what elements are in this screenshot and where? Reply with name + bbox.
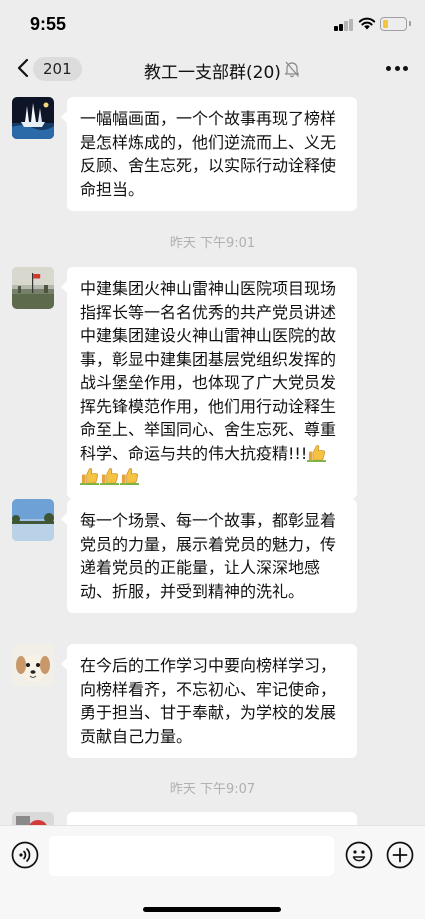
voice-icon[interactable] — [11, 841, 39, 869]
battery-icon — [380, 17, 407, 31]
status-bar: 9:55 — [0, 0, 425, 48]
emoji-icon[interactable] — [345, 841, 373, 869]
chat-title: 教工一支部群(20) — [144, 63, 281, 83]
thumbs-up-icon — [100, 468, 119, 485]
status-time: 9:55 — [30, 14, 67, 34]
thumbs-up-icon — [80, 468, 99, 485]
wifi-icon — [358, 17, 376, 30]
plus-icon[interactable] — [386, 841, 414, 869]
message-bubble[interactable]: 一幅幅画面，一个个故事再现了榜样是怎样炼成的，他们逆流而上、义无反顾、舍生忘死，… — [61, 97, 357, 211]
battery-cap — [409, 21, 411, 26]
message-bubble[interactable]: 中建集团火神山雷神山医院项目现场指挥长等一名名优秀的共产党员讲述中建集团建设火神… — [61, 267, 357, 499]
partial-avatar[interactable] — [12, 812, 54, 825]
more-icon[interactable] — [386, 66, 408, 72]
mute-bell-icon — [284, 61, 300, 78]
flag-photo-avatar[interactable] — [12, 267, 54, 309]
timestamp-separator: 昨天 下午9:07 — [169, 782, 256, 797]
timestamp-separator: 昨天 下午9:01 — [169, 236, 256, 251]
lake-photo-avatar[interactable] — [12, 499, 54, 541]
battery-level — [382, 19, 388, 28]
message-text: 中建集团火神山雷神山医院项目现场指挥长等一名名优秀的共产党员讲述中建集团建设火神… — [80, 279, 337, 463]
chat-message-list[interactable]: 一幅幅画面，一个个故事再现了榜样是怎样炼成的，他们逆流而上、义无反顾、舍生忘死，… — [0, 90, 425, 825]
message-bubble-partial[interactable] — [67, 812, 357, 825]
puppy-photo-avatar[interactable] — [12, 644, 54, 686]
message-bubble[interactable]: 在今后的工作学习中要向榜样学习，向榜样看齐，不忘初心、牢记使命，勇于担当、甘于奉… — [61, 644, 357, 758]
ship-photo-avatar[interactable] — [12, 97, 54, 139]
thumbs-up-icon — [307, 444, 327, 462]
nav-bar: 201 教工一支部群(20) — [0, 48, 425, 90]
message-bubble[interactable]: 每一个场景、每一个故事，都彰显着党员的力量，展示着党员的魅力，传递着党员的正能量… — [61, 499, 357, 613]
thumbs-up-icon — [120, 468, 139, 485]
message-input[interactable] — [49, 836, 334, 876]
home-indicator — [143, 907, 281, 912]
signal-icon — [334, 18, 354, 31]
input-bar — [0, 825, 425, 919]
